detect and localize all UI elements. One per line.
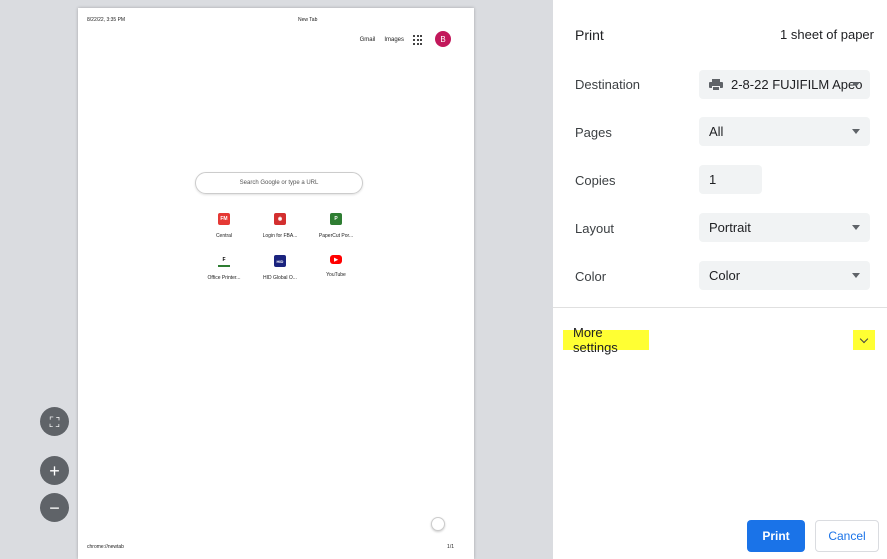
page-search-box: Search Google or type a URL [195, 172, 363, 194]
apps-grid-icon [413, 35, 423, 45]
fm-icon: FM [218, 213, 230, 225]
shortcut-tile: P PaperCut Por... [308, 213, 364, 239]
dropdown-caret-icon [852, 225, 860, 230]
page-footer-url: chrome://newtab [87, 544, 124, 550]
shortcut-tile: HID HID Global O... [252, 255, 308, 281]
divider [553, 307, 887, 308]
shortcut-tile: F Office Printer... [196, 255, 252, 281]
more-settings-toggle[interactable]: More settings [563, 325, 649, 355]
copies-label: Copies [575, 173, 616, 188]
dropdown-caret-icon [852, 82, 860, 87]
cancel-button[interactable]: Cancel [815, 520, 879, 552]
f-logo-icon: F [218, 255, 230, 267]
pages-value: All [709, 124, 724, 139]
shortcut-label: Central [215, 233, 233, 239]
page-header-date: 8/22/22, 3:35 PM [87, 17, 126, 23]
fit-to-page-button[interactable]: ⛶ [40, 407, 69, 436]
youtube-icon: ▶ [330, 255, 342, 264]
pages-select[interactable]: All [699, 117, 870, 146]
layout-value: Portrait [709, 220, 751, 235]
layout-select[interactable]: Portrait [699, 213, 870, 242]
print-button[interactable]: Print [747, 520, 805, 552]
dropdown-caret-icon [852, 129, 860, 134]
page-number: 1/1 [447, 544, 454, 550]
papercut-icon: P [330, 213, 342, 225]
print-settings-panel: Print 1 sheet of paper Destination 2-8-2… [553, 0, 887, 559]
shortcut-label: Office Printer... [207, 275, 241, 281]
preview-page: 8/22/22, 3:35 PM New Tab Gmail Images B … [78, 8, 474, 559]
color-select[interactable]: Color [699, 261, 870, 290]
layout-label: Layout [575, 221, 615, 236]
customize-circle-icon [431, 517, 445, 531]
circle-logo-icon: ◉ [274, 213, 286, 225]
dropdown-caret-icon [852, 273, 860, 278]
pages-label: Pages [575, 125, 612, 140]
shortcut-label: PaperCut Por... [318, 233, 354, 239]
shortcut-tile: ◉ Login for FBA... [252, 213, 308, 239]
copies-input[interactable]: 1 [699, 165, 762, 194]
sheet-count: 1 sheet of paper [780, 27, 874, 42]
zoom-in-button[interactable]: + [40, 456, 69, 485]
shortcut-label: Login for FBA... [262, 233, 298, 239]
shortcuts-grid: FM Central ◉ Login for FBA... P PaperCut… [196, 213, 372, 281]
shortcut-tile: FM Central [196, 213, 252, 239]
shortcut-label: YouTube [326, 272, 346, 278]
color-value: Color [709, 268, 741, 283]
images-link: Images [384, 37, 404, 43]
zoom-out-button[interactable]: − [40, 493, 69, 522]
panel-title: Print [575, 27, 604, 43]
print-preview-area: 8/22/22, 3:35 PM New Tab Gmail Images B … [0, 0, 553, 559]
destination-select[interactable]: 2-8-22 FUJIFILM Apeo [699, 70, 870, 99]
avatar: B [435, 31, 451, 47]
gmail-link: Gmail [359, 37, 376, 43]
hid-icon: HID [274, 255, 286, 267]
destination-label: Destination [575, 77, 641, 92]
destination-value: 2-8-22 FUJIFILM Apeo [731, 77, 863, 92]
page-header-title: New Tab [298, 17, 318, 23]
printer-icon [709, 78, 723, 91]
chevron-down-icon[interactable] [853, 330, 875, 350]
color-label: Color [575, 269, 607, 284]
shortcut-tile: ▶ YouTube [308, 255, 364, 281]
shortcut-label: HID Global O... [263, 275, 297, 281]
